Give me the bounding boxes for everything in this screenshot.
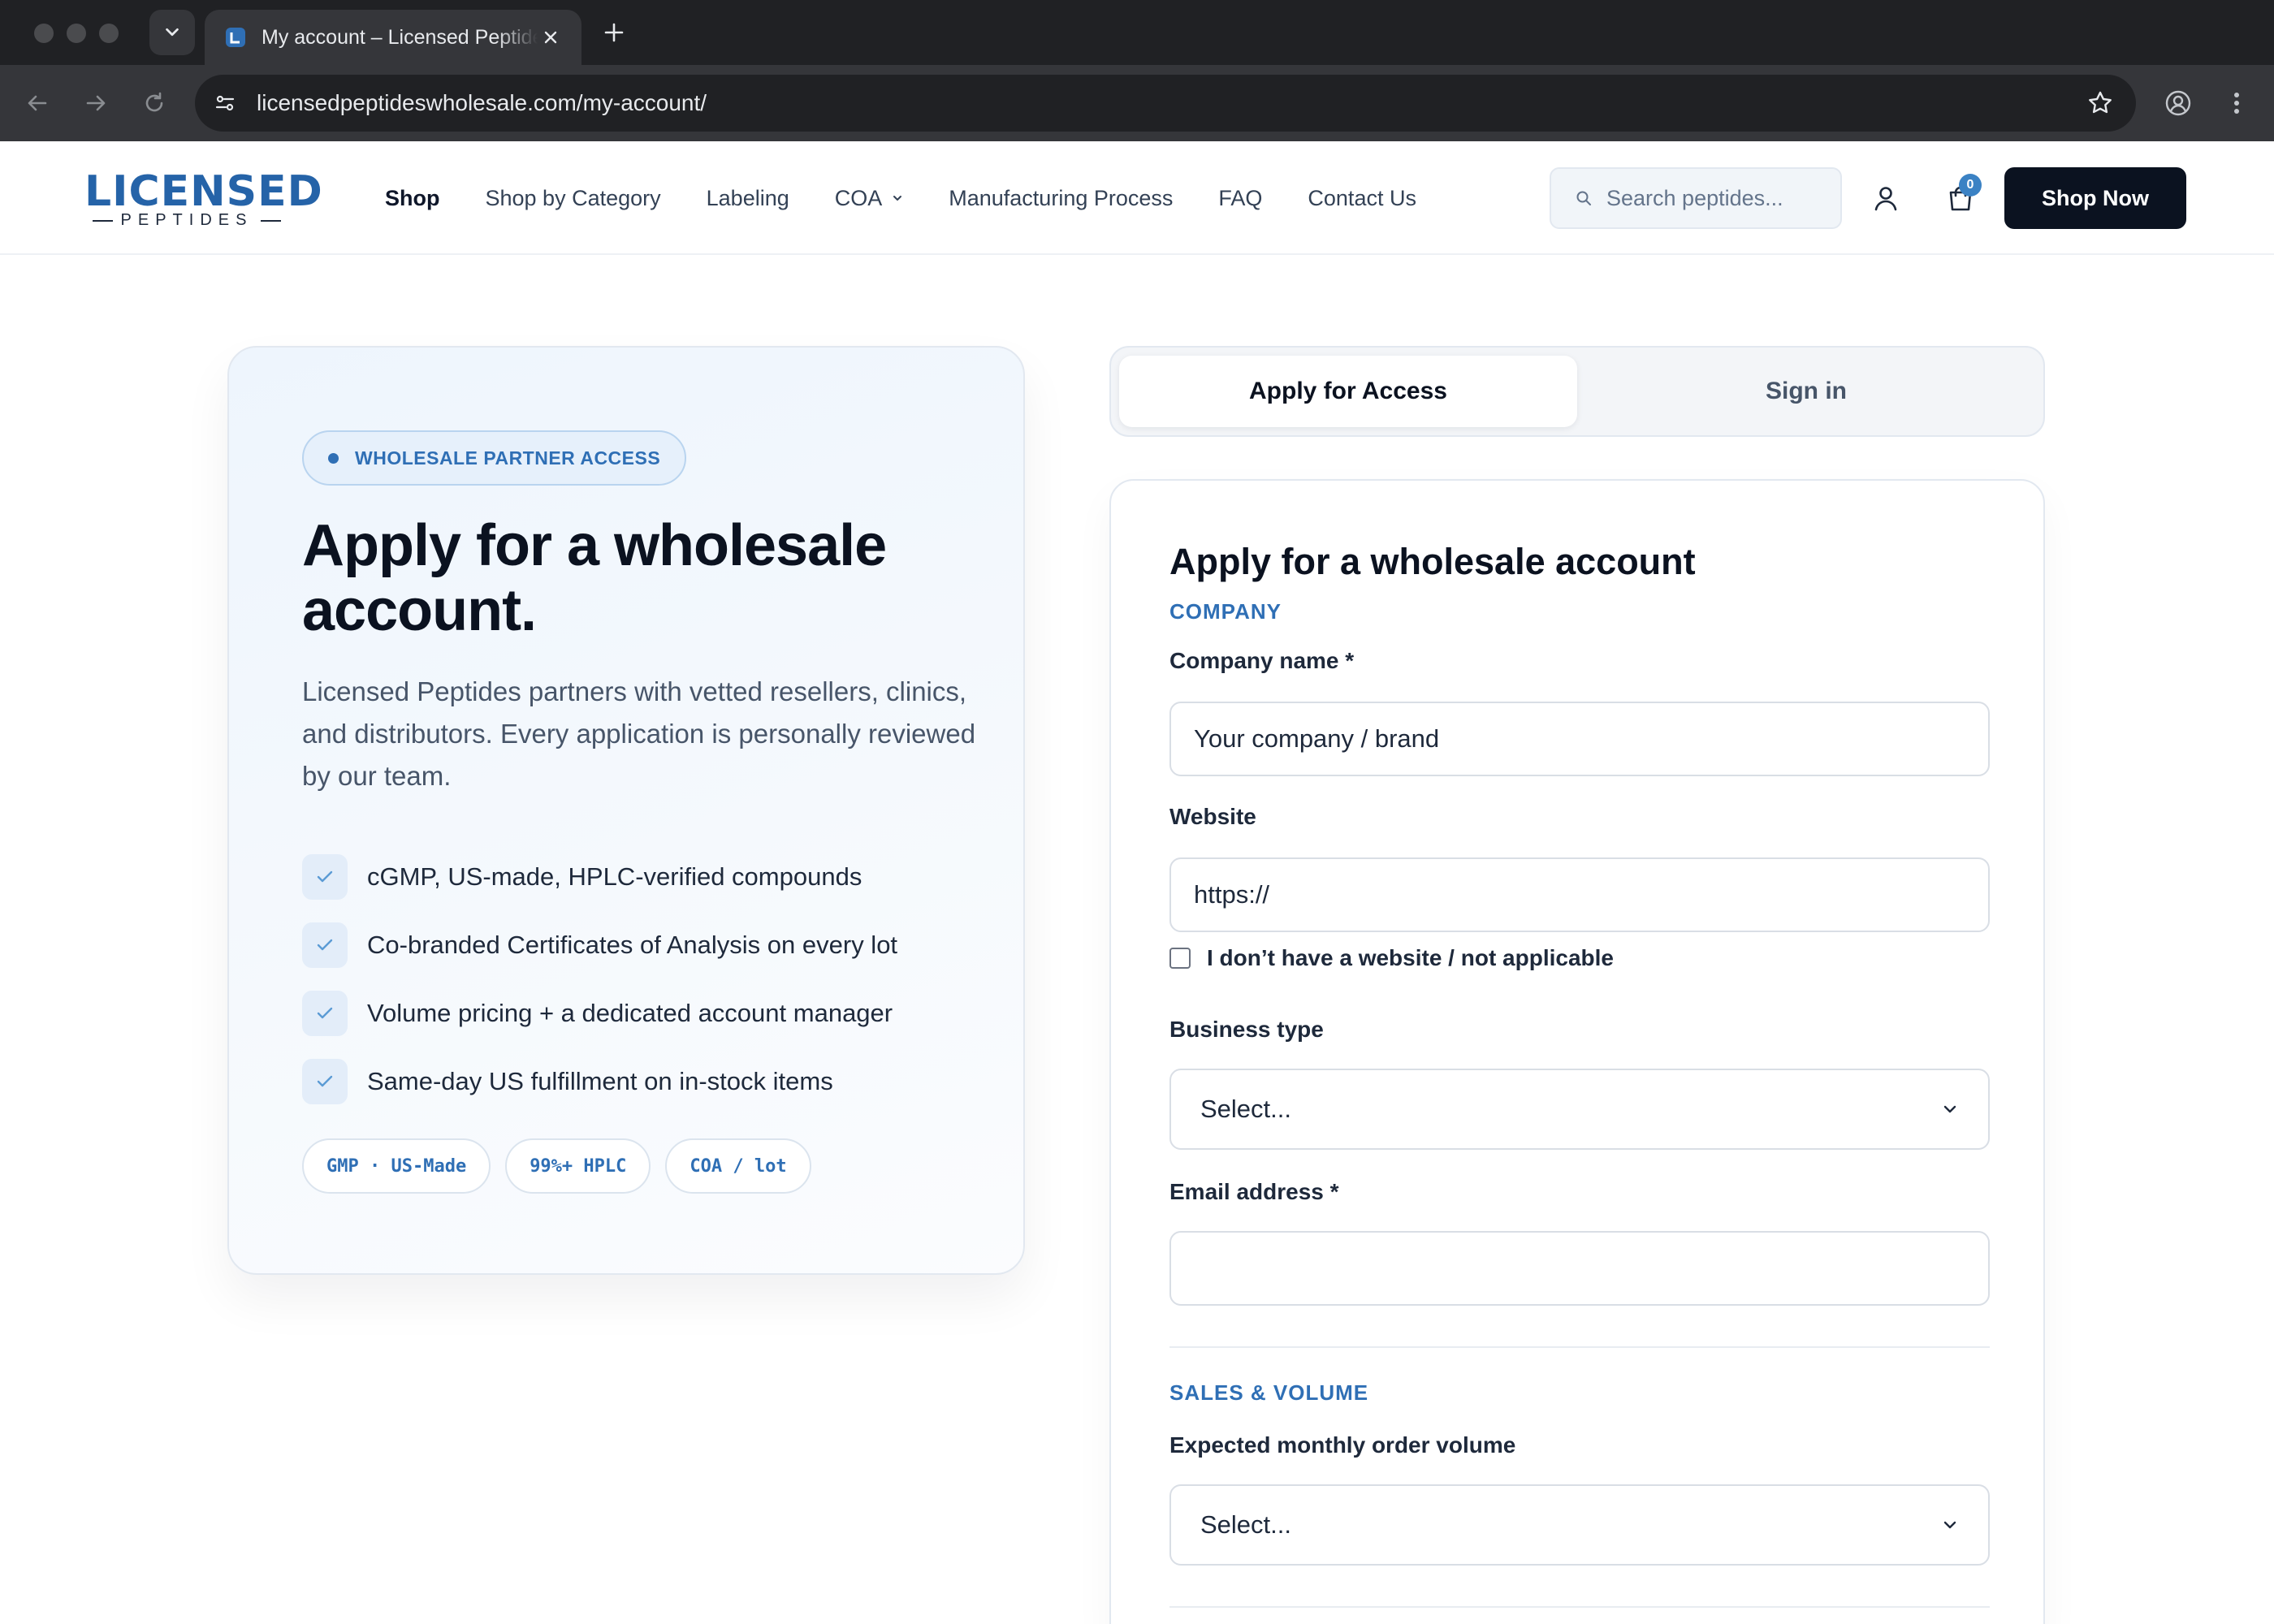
browser-tab-active[interactable]: My account – Licensed Peptides [205, 10, 581, 65]
window-zoom-button[interactable] [99, 24, 119, 43]
promo-heading: Apply for a wholesale account. [302, 513, 887, 643]
chevron-down-icon [166, 28, 179, 37]
nav-coa[interactable]: COA [835, 186, 904, 211]
nav-coa-label: COA [834, 185, 883, 210]
arrow-left-icon [28, 95, 47, 111]
form-title: Apply for a wholesale account [1169, 541, 1696, 582]
section-divider [1169, 1606, 1990, 1608]
search-box [1550, 167, 1842, 229]
url-text: licensedpeptideswholesale.com/my-account… [257, 90, 707, 115]
search-input[interactable] [1606, 185, 1834, 211]
check-icon [302, 854, 348, 900]
forward-button[interactable] [76, 84, 115, 123]
browser-toolbar: licensedpeptideswholesale.com/my-account… [0, 65, 2274, 141]
wholesale-application-form: Apply for a wholesale account COMPANY Co… [1109, 479, 2045, 1624]
arrow-right-icon [86, 95, 106, 111]
logo-subtext: PEPTIDES [84, 211, 289, 230]
tab-sign-in[interactable]: Sign in [1577, 356, 2035, 427]
chip-hplc: 99%+ HPLC [505, 1138, 651, 1194]
partner-access-badge: WHOLESALE PARTNER ACCESS [302, 430, 687, 486]
tab-list-button[interactable] [149, 10, 195, 55]
reload-icon [145, 92, 163, 112]
business-type-value: Select... [1200, 1095, 1291, 1123]
check-icon [302, 991, 348, 1036]
no-website-label: I don’t have a website / not applicable [1207, 945, 1614, 970]
email-label: Email address * [1169, 1179, 1339, 1204]
site-logo[interactable]: LICENSED PEPTIDES [84, 169, 322, 231]
feature-list: cGMP, US-made, HPLC-verified compounds C… [302, 843, 1001, 1116]
chevron-down-icon [893, 196, 902, 201]
main-navigation: Shop Shop by Category Labeling COA Manuf… [385, 141, 1462, 255]
account-tabs: Apply for Access Sign in [1109, 346, 2045, 437]
website-input[interactable] [1169, 857, 1990, 932]
nav-faq[interactable]: FAQ [1218, 186, 1262, 211]
window-close-button[interactable] [34, 24, 54, 43]
chevron-down-icon [1943, 1105, 1956, 1113]
feature-text: Same-day US fulfillment on in-stock item… [367, 1067, 833, 1095]
feature-text: Volume pricing + a dedicated account man… [367, 999, 893, 1027]
reload-button[interactable] [135, 84, 174, 123]
site-favicon-icon [226, 28, 245, 47]
feature-item: cGMP, US-made, HPLC-verified compounds [302, 843, 1001, 911]
nav-labeling[interactable]: Labeling [707, 186, 789, 211]
cart-count-badge: 0 [1959, 174, 1982, 197]
monthly-volume-label: Expected monthly order volume [1169, 1432, 1516, 1458]
badge-dot [328, 452, 339, 464]
wholesale-promo-card: WHOLESALE PARTNER ACCESS Apply for a who… [227, 346, 1025, 1275]
browser-menu-icon[interactable] [2220, 87, 2253, 119]
search-icon [1576, 191, 1591, 205]
chip-coa: COA / lot [665, 1138, 811, 1194]
bookmark-star-icon[interactable] [2084, 87, 2116, 119]
company-name-input[interactable] [1169, 702, 1990, 776]
nav-shop[interactable]: Shop [385, 186, 440, 211]
browser-tab-bar: My account – Licensed Peptides [0, 0, 2274, 65]
profile-icon[interactable] [2162, 87, 2194, 119]
section-divider [1169, 1346, 1990, 1348]
nav-manufacturing-process[interactable]: Manufacturing Process [949, 186, 1173, 211]
window-minimize-button[interactable] [67, 24, 86, 43]
address-bar[interactable]: licensedpeptideswholesale.com/my-account… [195, 75, 2136, 132]
feature-text: Co-branded Certificates of Analysis on e… [367, 931, 898, 959]
check-icon [302, 1059, 348, 1104]
website-label: Website [1169, 804, 1256, 829]
new-tab-button[interactable] [598, 16, 630, 49]
tab-title: My account – Licensed Peptides [262, 25, 538, 49]
chip-gmp: GMP · US-Made [302, 1138, 491, 1194]
account-button[interactable] [1868, 180, 1904, 216]
chevron-down-icon [1943, 1521, 1956, 1529]
check-icon [302, 922, 348, 968]
business-type-label: Business type [1169, 1017, 1324, 1042]
tab-apply-for-access[interactable]: Apply for Access [1119, 356, 1577, 427]
tab-close-icon[interactable] [539, 26, 562, 49]
section-sales-volume-label: SALES & VOLUME [1169, 1380, 1369, 1405]
feature-item: Same-day US fulfillment on in-stock item… [302, 1047, 1001, 1116]
business-type-select[interactable]: Select... [1169, 1069, 1990, 1150]
site-header: LICENSED PEPTIDES Shop Shop by Category … [0, 141, 2274, 255]
monthly-volume-value: Select... [1200, 1510, 1291, 1539]
company-name-label: Company name * [1169, 648, 1355, 673]
badge-text: WHOLESALE PARTNER ACCESS [355, 447, 661, 469]
shop-now-button[interactable]: Shop Now [2004, 167, 2186, 229]
no-website-checkbox[interactable] [1169, 948, 1191, 969]
promo-description: Licensed Peptides partners with vetted r… [302, 676, 976, 791]
nav-contact-us[interactable]: Contact Us [1308, 186, 1416, 211]
trust-chips: GMP · US-Made 99%+ HPLC COA / lot [302, 1138, 826, 1194]
site-info-icon[interactable] [205, 83, 245, 123]
no-website-checkbox-row[interactable]: I don’t have a website / not applicable [1169, 945, 1614, 971]
plus-icon [604, 23, 624, 42]
feature-item: Volume pricing + a dedicated account man… [302, 979, 1001, 1047]
back-button[interactable] [18, 84, 57, 123]
monthly-volume-select[interactable]: Select... [1169, 1484, 1990, 1566]
nav-shop-by-category[interactable]: Shop by Category [486, 186, 661, 211]
user-icon [1874, 187, 1897, 211]
email-input[interactable] [1169, 1231, 1990, 1306]
logo-wordmark: LICENSED [84, 167, 323, 216]
feature-item: Co-branded Certificates of Analysis on e… [302, 911, 1001, 979]
feature-text: cGMP, US-made, HPLC-verified compounds [367, 862, 862, 891]
section-company-label: COMPANY [1169, 599, 1282, 624]
